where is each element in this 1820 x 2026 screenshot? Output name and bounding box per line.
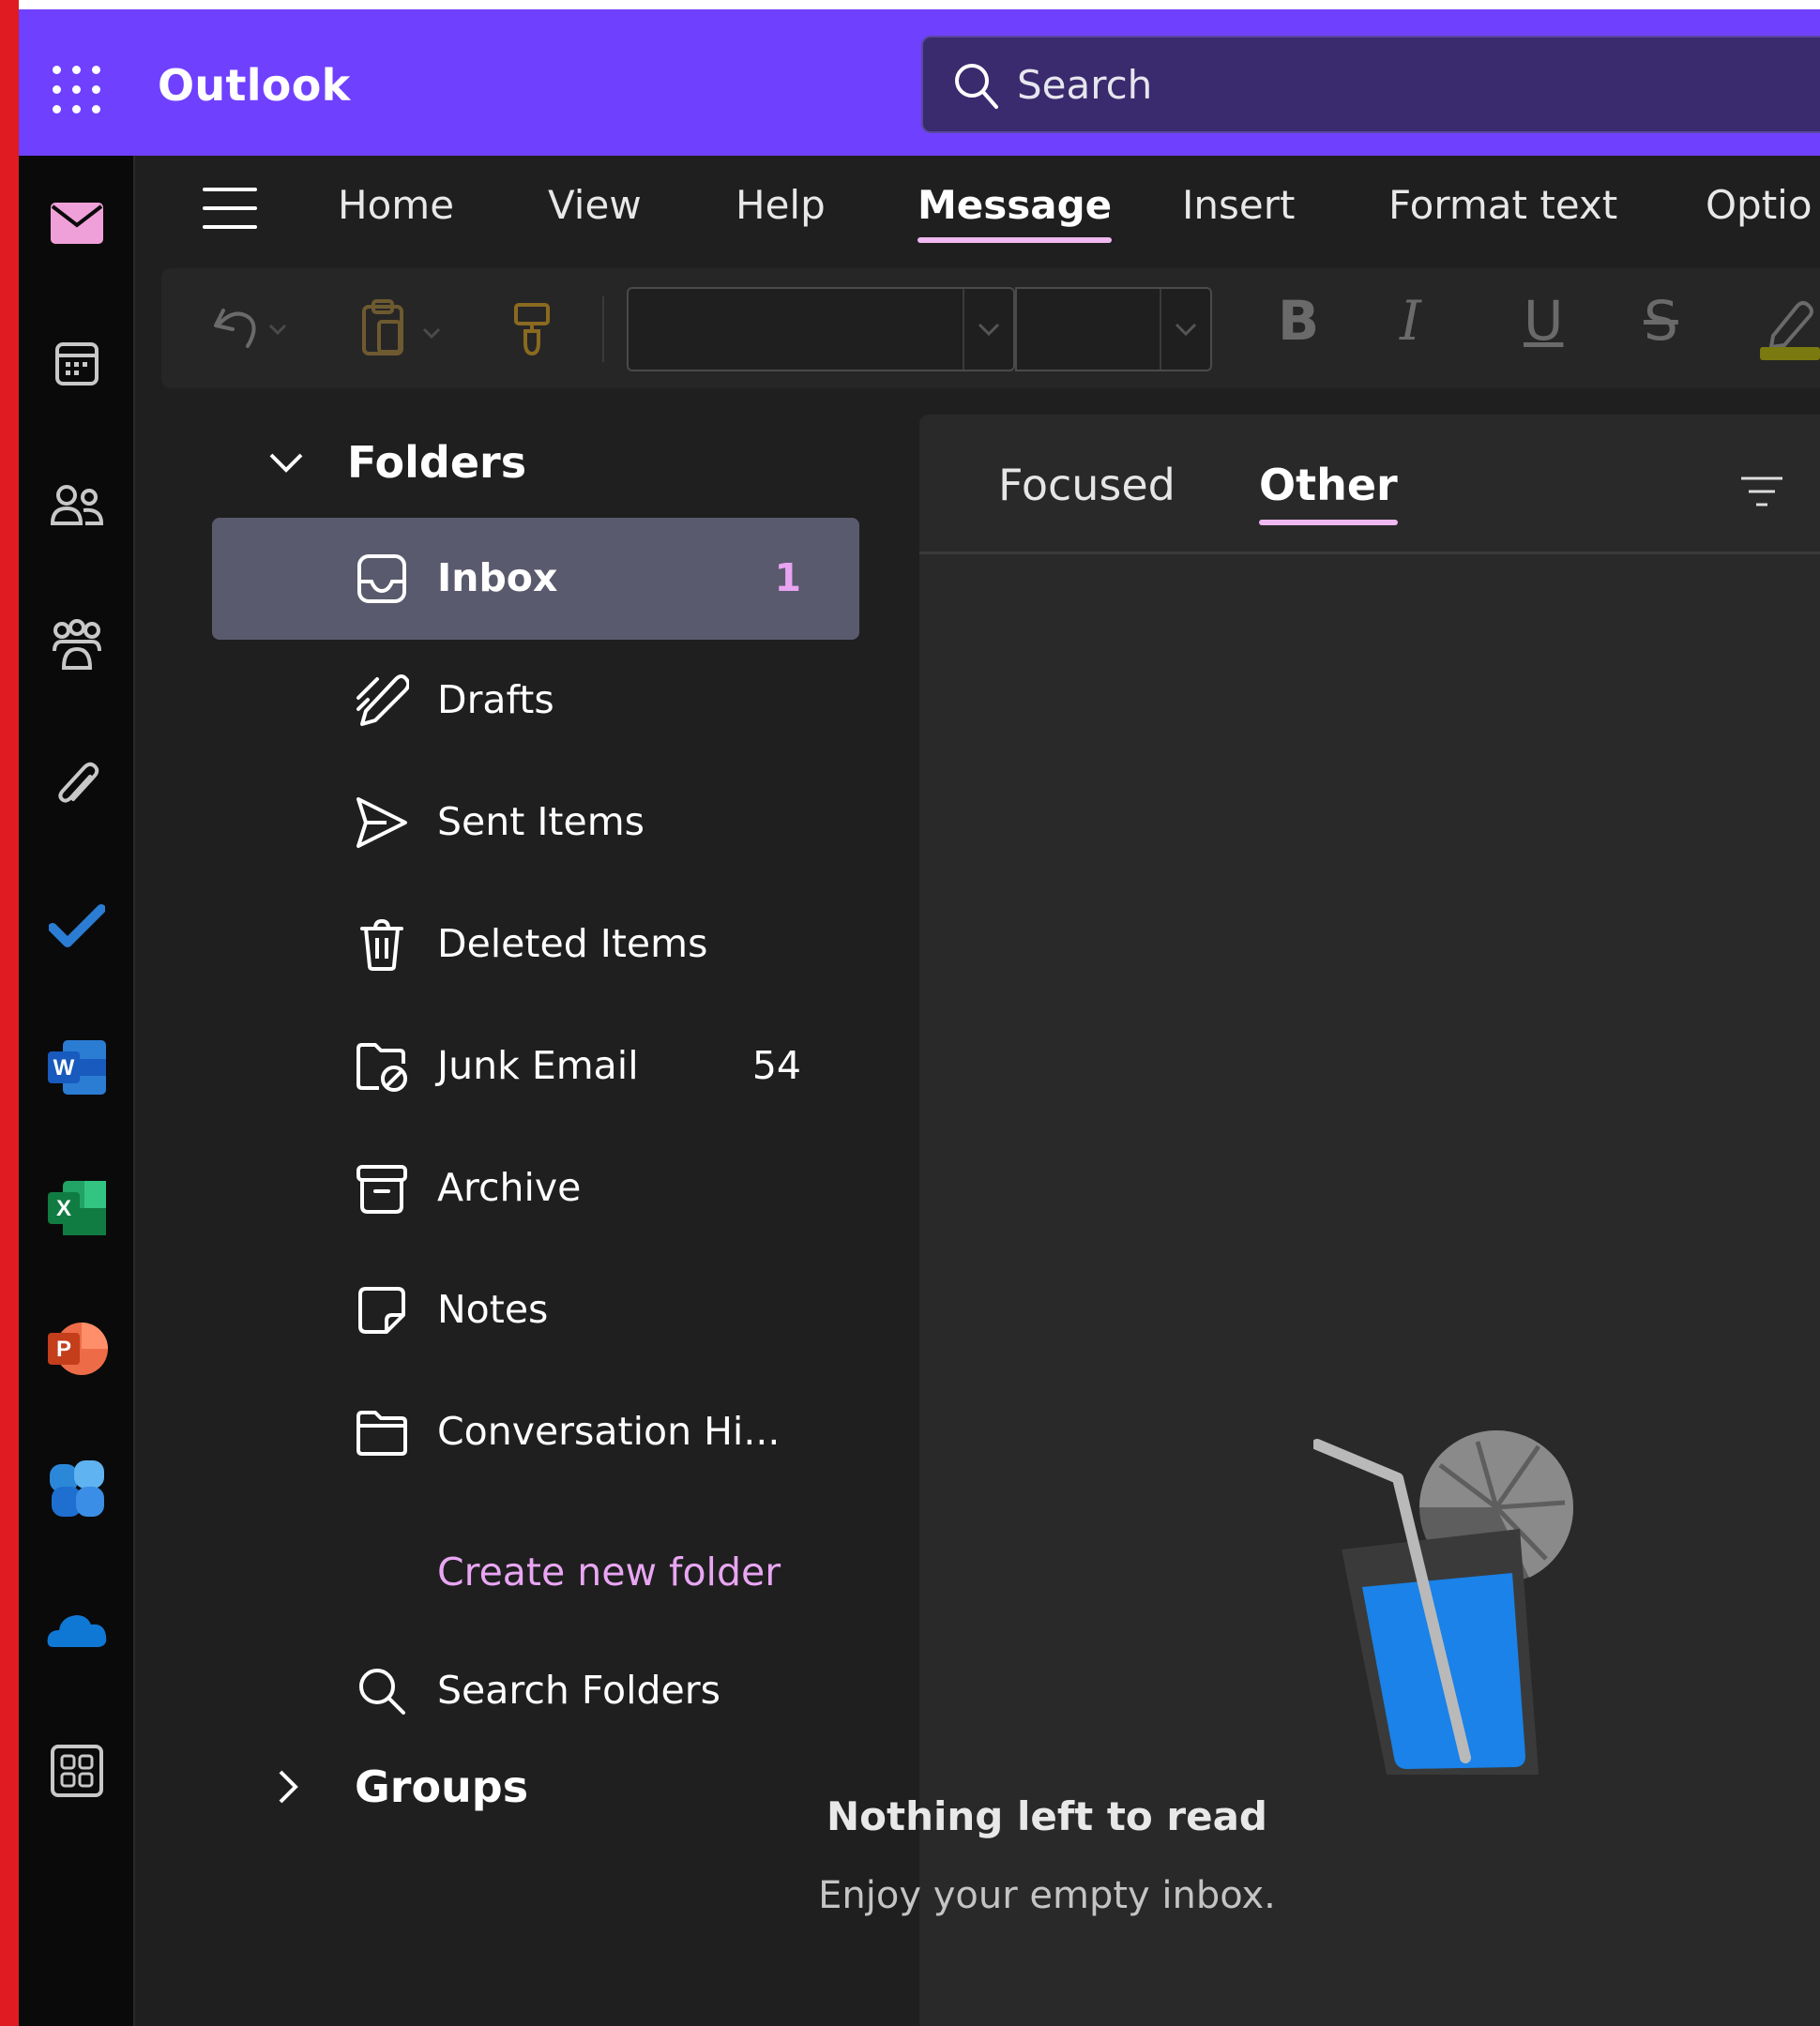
highlight-button[interactable]: [1760, 296, 1820, 362]
message-list-divider: [919, 552, 1820, 554]
tab-insert[interactable]: Insert: [1182, 182, 1295, 228]
tab-other[interactable]: Other: [1259, 460, 1398, 525]
send-icon: [356, 797, 407, 848]
search-input[interactable]: [1017, 58, 1767, 111]
font-size-dropdown[interactable]: [1015, 287, 1212, 371]
search-icon: [955, 64, 998, 109]
folders-section-label: Folders: [347, 437, 527, 488]
folder-archive[interactable]: Archive: [212, 1127, 859, 1249]
tab-home[interactable]: Home: [338, 182, 454, 228]
folders-section-header[interactable]: Folders: [268, 430, 526, 495]
inbox-icon: [357, 554, 406, 603]
attachment-icon[interactable]: [30, 739, 124, 833]
groups-icon[interactable]: [30, 598, 124, 692]
hamburger-menu-icon[interactable]: [203, 188, 257, 231]
empty-inbox-illustration: [1313, 1430, 1574, 1775]
undo-icon: [214, 309, 287, 348]
clipboard-icon: [362, 299, 441, 355]
app-title[interactable]: Outlook: [158, 60, 351, 111]
toolbar-divider: [602, 296, 604, 362]
trash-icon: [360, 918, 403, 971]
bold-button[interactable]: B: [1278, 289, 1319, 353]
tab-options[interactable]: Optio: [1706, 182, 1812, 228]
junk-icon: [356, 1043, 407, 1092]
svg-text:P: P: [56, 1337, 71, 1362]
copilot-icon[interactable]: [30, 1443, 124, 1536]
filter-icon[interactable]: [1737, 473, 1786, 510]
paste-button[interactable]: [358, 296, 452, 362]
folder-conversation-history[interactable]: Conversation Hi...: [212, 1371, 859, 1493]
chevron-down-icon: [963, 289, 1013, 370]
folder-label: Deleted Items: [437, 921, 708, 966]
folder-label: Sent Items: [437, 799, 645, 844]
app-launcher-icon[interactable]: [53, 66, 101, 114]
calendar-icon[interactable]: [30, 317, 124, 411]
folder-inbox[interactable]: Inbox 1: [212, 518, 859, 640]
folder-sent-items[interactable]: Sent Items: [212, 762, 859, 884]
ribbon-tabs: Home View Help Message Insert Format tex…: [137, 156, 1820, 263]
tab-help[interactable]: Help: [736, 182, 826, 228]
powerpoint-icon[interactable]: P: [30, 1302, 124, 1396]
tab-focused[interactable]: Focused: [998, 460, 1175, 510]
svg-text:X: X: [56, 1196, 71, 1221]
more-apps-icon[interactable]: [30, 1724, 124, 1818]
window-edge: [0, 0, 19, 2026]
create-new-folder-link[interactable]: Create new folder: [437, 1550, 781, 1595]
folder-icon: [356, 1411, 407, 1456]
italic-button[interactable]: I: [1400, 289, 1421, 353]
tab-view[interactable]: View: [548, 182, 642, 228]
onedrive-icon[interactable]: [30, 1583, 124, 1677]
format-painter-button[interactable]: [508, 296, 555, 362]
search-icon: [359, 1669, 405, 1715]
chevron-down-icon: [1160, 289, 1210, 370]
message-list-pane: Focused Other Nothing left to read Enjoy…: [818, 415, 1820, 2026]
empty-state-title: Nothing left to read: [827, 1793, 1267, 1839]
folder-count: 54: [751, 1043, 801, 1088]
top-header: Outlook: [19, 0, 1820, 156]
app-rail: W X P: [19, 156, 135, 2026]
chevron-down-icon: [269, 453, 303, 473]
todo-icon[interactable]: [30, 880, 124, 974]
groups-section-label: Groups: [355, 1761, 529, 1812]
excel-icon[interactable]: X: [30, 1161, 124, 1255]
unread-count-badge: 1: [774, 555, 801, 600]
underline-button[interactable]: U: [1524, 289, 1563, 353]
folder-label: Search Folders: [437, 1668, 720, 1713]
svg-text:W: W: [53, 1055, 75, 1081]
folder-label: Junk Email: [437, 1043, 639, 1088]
empty-state-subtitle: Enjoy your empty inbox.: [818, 1874, 1276, 1917]
folder-label: Drafts: [437, 677, 554, 722]
strikethrough-button[interactable]: S: [1644, 289, 1678, 353]
people-icon[interactable]: [30, 458, 124, 552]
tab-message[interactable]: Message: [918, 182, 1113, 243]
notes-icon: [358, 1287, 405, 1334]
highlighter-icon: [1760, 301, 1820, 360]
mail-icon[interactable]: [30, 176, 124, 270]
folder-notes[interactable]: Notes: [212, 1249, 859, 1371]
archive-icon: [356, 1165, 407, 1214]
folder-junk-email[interactable]: Junk Email 54: [212, 1005, 859, 1127]
ribbon-toolbar: B I U S: [161, 268, 1820, 388]
folder-pane: Folders Inbox 1 Drafts Sent Items Delete…: [137, 403, 916, 2026]
chevron-right-icon: [279, 1770, 298, 1804]
drafts-icon: [356, 674, 409, 726]
folder-label: Conversation Hi...: [437, 1409, 781, 1454]
groups-section-header[interactable]: Groups: [278, 1754, 528, 1820]
search-folders-item[interactable]: Search Folders: [212, 1630, 859, 1752]
word-icon[interactable]: W: [30, 1021, 124, 1114]
search-box[interactable]: [921, 36, 1820, 133]
folder-label: Inbox: [437, 555, 558, 600]
folder-drafts[interactable]: Drafts: [212, 640, 859, 762]
undo-button[interactable]: [210, 296, 295, 362]
tab-format-text[interactable]: Format text: [1388, 182, 1617, 228]
folder-label: Notes: [437, 1287, 549, 1332]
format-painter-icon: [514, 303, 550, 356]
folder-deleted-items[interactable]: Deleted Items: [212, 884, 859, 1005]
folder-label: Archive: [437, 1165, 582, 1210]
font-name-dropdown[interactable]: [627, 287, 1015, 371]
